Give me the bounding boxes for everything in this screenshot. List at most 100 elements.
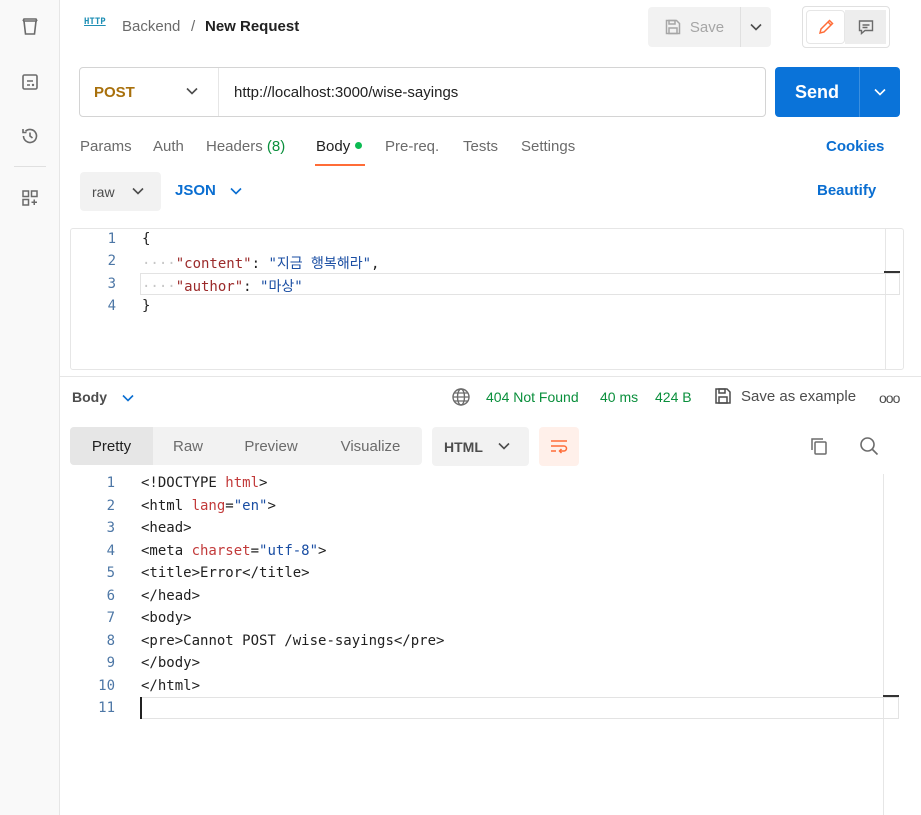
line-number: 1: [107, 231, 116, 247]
method-label: POST: [94, 83, 135, 101]
http-request-icon: HTTP: [84, 17, 106, 27]
wrap-lines-button[interactable]: [539, 427, 579, 466]
chevron-down-icon: [750, 23, 762, 31]
response-status[interactable]: 404 Not Found: [486, 389, 579, 405]
add-workspace-icon[interactable]: [16, 184, 44, 212]
code-line: <html lang="en">: [141, 498, 276, 514]
left-rail: [0, 0, 60, 815]
code-line: <head>: [141, 520, 192, 536]
url-bar: POST: [79, 67, 766, 117]
colon: :: [243, 279, 261, 295]
tab-auth[interactable]: Auth: [153, 138, 184, 155]
code-line: <body>: [141, 610, 192, 626]
body-mode-label: raw: [92, 183, 115, 200]
tab-headers[interactable]: Headers (8): [206, 138, 285, 155]
tab-visualize[interactable]: Visualize: [319, 427, 422, 465]
save-label: Save: [689, 18, 725, 36]
response-view-tabs: Pretty Raw Preview Visualize: [70, 427, 422, 465]
history-icon[interactable]: [16, 122, 44, 150]
save-button[interactable]: Save: [648, 7, 740, 47]
request-body-editor[interactable]: [70, 228, 904, 370]
beautify-button[interactable]: Beautify: [817, 182, 876, 199]
code-line: ····"content": "지금 행복해라",: [142, 256, 380, 272]
cookies-link[interactable]: Cookies: [826, 138, 884, 155]
line-number: 8: [106, 633, 115, 649]
line-number: 6: [106, 588, 115, 604]
response-divider[interactable]: [60, 376, 921, 377]
response-section-select[interactable]: Body: [72, 389, 107, 405]
response-size[interactable]: 424 B: [655, 389, 692, 405]
editor-scrollbar[interactable]: [885, 229, 886, 369]
chevron-down-icon[interactable]: [230, 184, 242, 198]
url-input[interactable]: [219, 68, 765, 116]
more-options-icon[interactable]: ooo: [879, 390, 900, 406]
globe-icon[interactable]: [451, 387, 471, 407]
save-icon: [715, 388, 731, 404]
line-number: 7: [106, 610, 115, 626]
save-as-example-button[interactable]: Save as example: [713, 386, 856, 406]
line-number: 2: [106, 498, 115, 514]
active-tab-indicator: [315, 164, 365, 166]
tab-body-label: Body: [316, 138, 351, 155]
save-button-group: Save: [648, 7, 771, 47]
headers-count: (8): [266, 138, 286, 155]
chevron-down-icon: [132, 187, 144, 195]
tab-tests[interactable]: Tests: [463, 138, 498, 155]
line-number: 9: [106, 655, 115, 671]
view-mode-toggle: [802, 6, 890, 48]
chevron-down-icon[interactable]: [122, 391, 134, 405]
line-number: 1: [106, 475, 115, 491]
comma: ,: [371, 256, 380, 272]
rail-divider: [14, 166, 46, 167]
line-number: 4: [106, 543, 115, 559]
colon: :: [251, 256, 269, 272]
edit-mode-button[interactable]: [806, 10, 846, 44]
comments-button[interactable]: [845, 10, 886, 44]
save-as-example-label: Save as example: [741, 387, 857, 405]
save-icon: [665, 19, 681, 35]
line-number: 5: [106, 565, 115, 581]
tab-headers-label: Headers: [206, 138, 263, 155]
environments-icon[interactable]: [16, 68, 44, 96]
tab-settings[interactable]: Settings: [521, 138, 575, 155]
response-format-select[interactable]: HTML: [432, 427, 529, 466]
save-options-button[interactable]: [740, 7, 771, 47]
body-language-select[interactable]: JSON: [175, 182, 216, 199]
scroll-marker: [884, 271, 900, 273]
chevron-down-icon: [874, 88, 886, 96]
tab-prereq[interactable]: Pre-req.: [385, 138, 439, 155]
comment-icon: [858, 20, 873, 36]
current-line-highlight: [140, 697, 899, 719]
response-time[interactable]: 40 ms: [600, 389, 638, 405]
code-line: </body>: [141, 655, 201, 671]
code-line: </html>: [141, 678, 201, 694]
request-name[interactable]: New Request: [205, 18, 299, 35]
scroll-marker: [883, 695, 899, 697]
tab-body[interactable]: Body: [316, 138, 363, 155]
body-modified-dot: [355, 141, 363, 149]
code-line: <meta charset="utf-8">: [141, 543, 327, 559]
copy-icon[interactable]: [808, 435, 830, 457]
send-options-button[interactable]: [859, 67, 900, 117]
send-button[interactable]: Send: [775, 67, 859, 117]
tab-pretty[interactable]: Pretty: [70, 427, 153, 465]
body-mode-select[interactable]: raw: [80, 172, 161, 211]
code-line: </head>: [141, 588, 201, 604]
tab-params[interactable]: Params: [80, 138, 132, 155]
chevron-down-icon: [186, 87, 198, 95]
line-number: 2: [107, 253, 116, 269]
method-select[interactable]: POST: [80, 68, 219, 116]
line-number: 3: [106, 520, 115, 536]
line-number: 10: [98, 678, 115, 694]
breadcrumb-parent[interactable]: Backend: [122, 18, 180, 35]
chevron-down-icon: [498, 442, 510, 450]
tab-preview[interactable]: Preview: [223, 427, 319, 465]
collections-icon[interactable]: [16, 13, 44, 41]
response-scrollbar[interactable]: [883, 474, 884, 815]
line-number: 11: [98, 700, 115, 716]
tab-raw[interactable]: Raw: [153, 427, 223, 465]
line-number: 4: [107, 298, 116, 314]
code-line: <pre>Cannot POST /wise-sayings</pre>: [141, 633, 445, 649]
search-icon[interactable]: [858, 435, 880, 457]
wrap-lines-icon: [551, 439, 568, 454]
